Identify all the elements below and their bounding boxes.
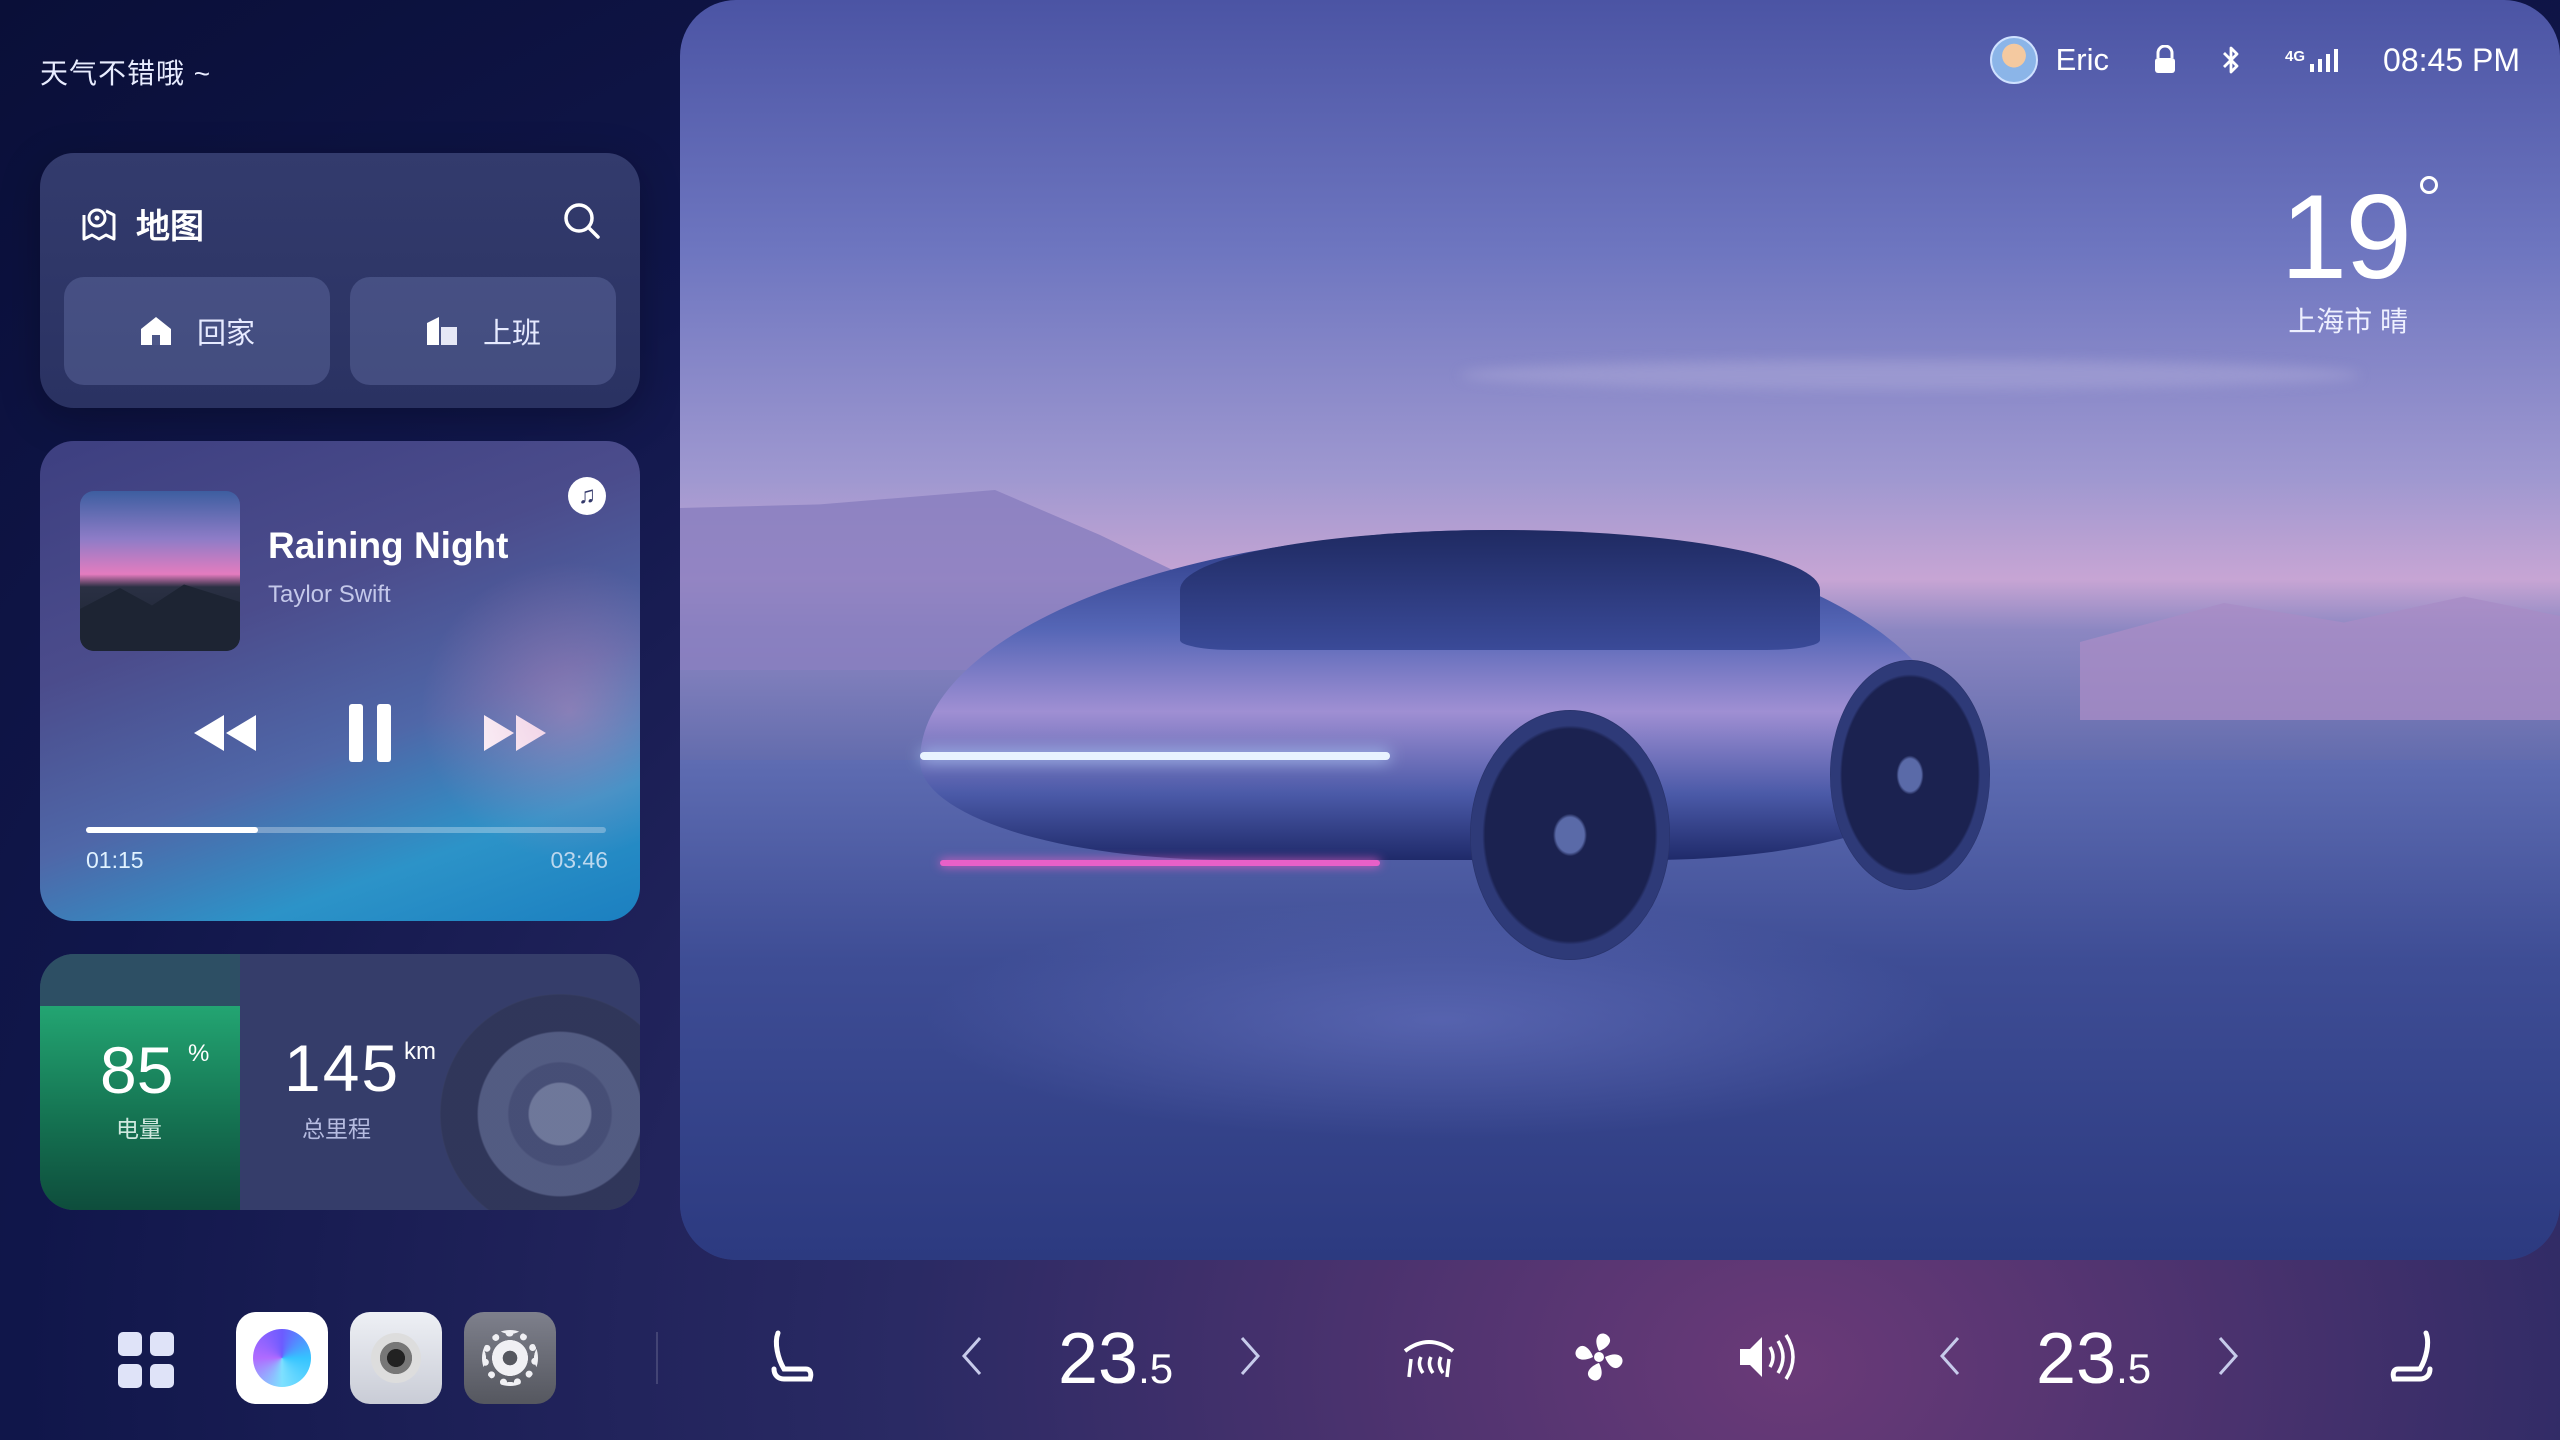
status-bar: Eric 4G 08:45 PM — [1989, 36, 2520, 84]
current-time: 01:15 — [86, 847, 144, 873]
assistant-app-icon[interactable] — [236, 1312, 328, 1404]
signal-icon — [2310, 49, 2339, 72]
network-type: 4G — [2285, 48, 2306, 65]
vehicle-stats-card[interactable]: 85 % 电量 145 km 总里程 — [40, 954, 640, 1210]
battery-unit: % — [188, 1040, 210, 1067]
avatar — [1989, 36, 2038, 84]
right-temperature: 23.5 — [2036, 1318, 2151, 1400]
fan-icon — [1575, 1333, 1623, 1381]
cellular-signal: 4G — [2285, 48, 2339, 72]
camera-app-icon[interactable] — [350, 1312, 442, 1404]
chevron-left-icon — [961, 1337, 982, 1375]
weather-location: 上海市 晴 — [2288, 306, 2408, 337]
greeting-text: 天气不错哦 ~ — [40, 58, 212, 89]
search-icon[interactable] — [560, 199, 604, 243]
album-cover — [80, 491, 240, 651]
defrost-icon — [1403, 1340, 1455, 1378]
hero-car-panel: Eric 4G 08:45 PM 19 上海市 晴 — [680, 0, 2560, 1260]
work-label: 上班 — [482, 318, 541, 350]
right-temp-decrease-button[interactable] — [1930, 1326, 1970, 1386]
progress-bar[interactable] — [86, 827, 606, 833]
volume-icon — [1740, 1334, 1795, 1380]
pause-button[interactable] — [340, 703, 400, 763]
map-pin-icon — [82, 208, 116, 240]
rewind-icon — [194, 715, 256, 751]
degree-icon — [2420, 176, 2438, 194]
chevron-left-icon — [1939, 1337, 1960, 1375]
volume-button[interactable] — [1734, 1322, 1804, 1392]
battery-value: 85 — [100, 1033, 174, 1107]
battery-label: 电量 — [116, 1116, 162, 1142]
music-app-icon[interactable]: ♫ — [568, 477, 606, 515]
left-temperature: 23.5 — [1058, 1318, 1173, 1400]
map-header: 地图 — [80, 199, 204, 248]
work-button[interactable]: 上班 — [350, 277, 616, 385]
right-temp-increase-button[interactable] — [2208, 1326, 2248, 1386]
weather-temperature: 19 — [2280, 170, 2412, 304]
range-unit: km — [404, 1038, 436, 1065]
range-value: 145 — [284, 1031, 401, 1105]
home-button[interactable]: 回家 — [64, 277, 330, 385]
right-temp-whole: 23 — [2036, 1319, 2117, 1399]
bluetooth-icon[interactable] — [2221, 45, 2241, 75]
left-temp-decrease-button[interactable] — [952, 1326, 992, 1386]
home-label: 回家 — [196, 318, 255, 350]
seat-icon — [771, 1330, 814, 1382]
tire-image — [440, 994, 640, 1210]
clock: 08:45 PM — [2383, 41, 2520, 78]
left-temp-increase-button[interactable] — [1230, 1326, 1270, 1386]
driver-seat-heat-button[interactable] — [758, 1322, 828, 1392]
app-grid-icon[interactable] — [118, 1332, 174, 1388]
lock-icon[interactable] — [2153, 45, 2177, 75]
music-player-card[interactable]: Raining Night Taylor Swift ♫ 01:15 03:46 — [40, 441, 640, 921]
chevron-right-icon — [2218, 1337, 2239, 1375]
fan-button[interactable] — [1564, 1322, 1634, 1392]
settings-app-icon[interactable] — [464, 1312, 556, 1404]
song-artist: Taylor Swift — [268, 581, 391, 608]
right-temp-decimal: .5 — [2116, 1345, 2152, 1392]
user-name: Eric — [2055, 42, 2110, 77]
map-title: 地图 — [136, 208, 204, 246]
total-time: 03:46 — [550, 847, 608, 873]
previous-track-button[interactable] — [180, 703, 270, 763]
range-label: 总里程 — [302, 1116, 371, 1142]
passenger-seat-heat-button[interactable] — [2376, 1322, 2446, 1392]
seat-icon — [2390, 1330, 2433, 1382]
user-profile[interactable]: Eric — [1989, 36, 2110, 84]
next-track-button[interactable] — [470, 703, 560, 763]
left-temp-decimal: .5 — [1138, 1345, 1174, 1392]
dock-divider — [656, 1332, 658, 1384]
progress-fill — [86, 827, 258, 833]
chevron-right-icon — [1240, 1337, 1261, 1375]
pause-icon — [349, 704, 391, 762]
song-title: Raining Night — [268, 525, 509, 566]
building-icon — [426, 317, 457, 345]
home-icon — [140, 317, 171, 345]
left-temp-whole: 23 — [1058, 1319, 1139, 1399]
fast-forward-icon — [484, 715, 546, 751]
map-card[interactable]: 地图 回家 上班 — [40, 153, 640, 408]
defrost-button[interactable] — [1394, 1322, 1464, 1392]
